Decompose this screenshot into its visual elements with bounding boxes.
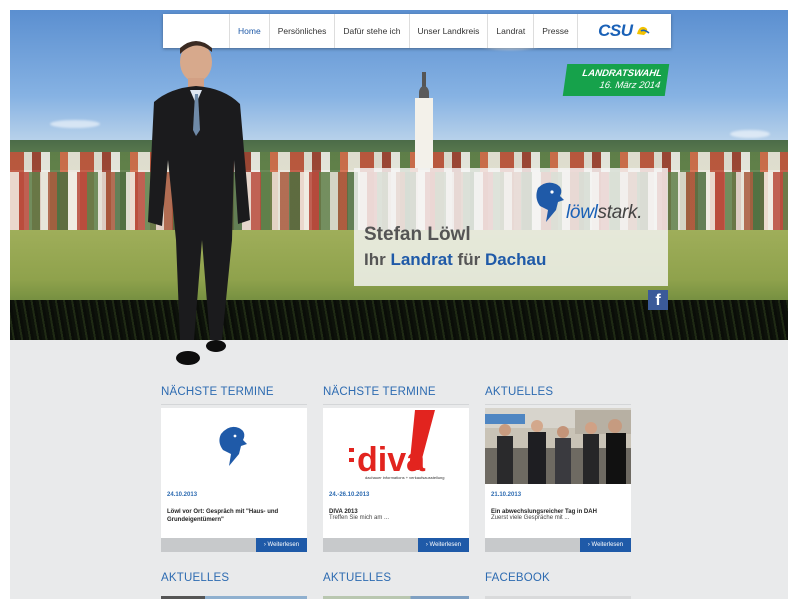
election-date-badge: LANDRATSWAHL 16. März 2014: [562, 64, 670, 96]
card-excerpt: Treffen Sie mich am ...: [329, 515, 390, 521]
facebook-column: FACEBOOK: [485, 572, 631, 590]
lion-icon: [219, 426, 247, 466]
termine-column-2: NÄCHSTE TERMINE diva dachauer informatio…: [323, 386, 469, 552]
candidate-name: Stefan Löwl: [364, 224, 471, 245]
nav-presse[interactable]: Presse: [534, 14, 578, 48]
lion-logo-icon: [536, 182, 564, 222]
termine-column-1: NÄCHSTE TERMINE 24.10.2013 Löwl vor Ort:…: [161, 386, 307, 552]
csu-lion-icon: [636, 26, 650, 35]
svg-text:dachauer informations + verkau: dachauer informations + verkaufsausstell…: [365, 475, 445, 480]
news-card[interactable]: 24.10.2013 Löwl vor Ort: Gespräch mit "H…: [161, 408, 307, 552]
card-excerpt: Zuerst viele Gespräche mit ...: [491, 515, 570, 521]
svg-text:diva: diva: [357, 441, 426, 479]
card-image: [485, 408, 631, 484]
loewlstark-wordmark: löwlstark.: [566, 202, 643, 223]
page: Home Persönliches Dafür stehe ich Unser …: [10, 10, 788, 599]
section-heading: NÄCHSTE TERMINE: [161, 386, 307, 405]
candidate-photo: [148, 41, 250, 365]
card-date: 24.10.2013: [167, 492, 198, 498]
section-heading: AKTUELLES: [485, 386, 631, 405]
card-image: diva dachauer informations + verkaufsaus…: [323, 408, 469, 484]
slogan: Ihr Landrat für Dachau: [364, 250, 547, 269]
nav-unser-landkreis[interactable]: Unser Landkreis: [410, 14, 489, 48]
nav-landrat[interactable]: Landrat: [488, 14, 535, 48]
section-heading: AKTUELLES: [323, 572, 392, 584]
aktuelles-column-2: AKTUELLES: [161, 572, 307, 590]
read-more-button[interactable]: › Weiterlesen: [418, 538, 469, 552]
section-heading: FACEBOOK: [485, 572, 550, 584]
candidate-banner: löwlstark. Stefan Löwl Ihr Landrat für D…: [354, 168, 668, 286]
card-image: [161, 408, 307, 484]
nav-dafuer-stehe-ich[interactable]: Dafür stehe ich: [335, 14, 410, 48]
news-card[interactable]: diva dachauer informations + verkaufsaus…: [323, 408, 469, 552]
card-date: 21.10.2013: [491, 492, 522, 498]
news-card[interactable]: 21.10.2013 Ein abwechslungsreicher Tag i…: [485, 408, 631, 552]
card-title: Löwl vor Ort: Gespräch mit "Haus- und Gr…: [167, 509, 279, 523]
event-photo: [485, 408, 631, 484]
csu-logo[interactable]: CSU: [578, 14, 671, 48]
card-date: 24.-26.10.2013: [329, 492, 370, 498]
read-more-button[interactable]: › Weiterlesen: [580, 538, 631, 552]
hero-banner: Home Persönliches Dafür stehe ich Unser …: [10, 10, 788, 340]
nav-persoenliches[interactable]: Persönliches: [270, 14, 336, 48]
diva-logo: diva dachauer informations + verkaufsaus…: [349, 410, 445, 480]
aktuelles-column-3: AKTUELLES: [323, 572, 469, 590]
section-heading: NÄCHSTE TERMINE: [323, 386, 469, 405]
section-heading: AKTUELLES: [161, 572, 230, 584]
aktuelles-column: AKTUELLES 21.10.2013 Ein abwechslungsrei…: [485, 386, 631, 552]
read-more-button[interactable]: › Weiterlesen: [256, 538, 307, 552]
facebook-icon[interactable]: f: [648, 290, 668, 310]
